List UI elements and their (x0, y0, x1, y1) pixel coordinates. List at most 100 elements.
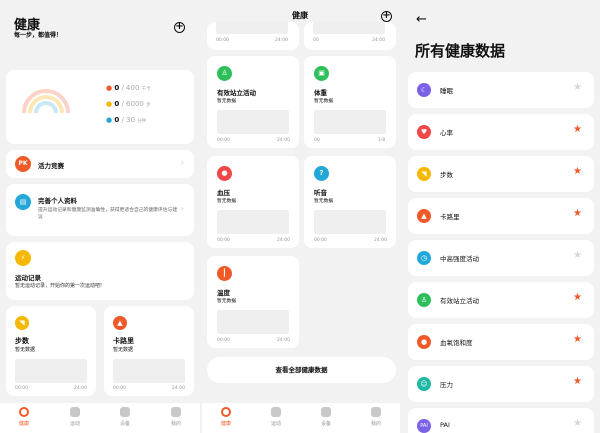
time-end: 24:00 (277, 338, 290, 343)
calorie-current: 0 (114, 84, 120, 92)
chart-placeholder (217, 110, 289, 134)
health-icon (19, 407, 29, 417)
time-end: 24:00 (277, 238, 290, 243)
temperature-card[interactable]: ┃ 温度 暂无数据 00:00 24:00 (207, 256, 299, 348)
complete-profile-card[interactable]: ▤ 完善个人资料 提升运动记录和健康监测准确性，获得更适合自己的健康评估与建议 … (6, 184, 194, 236)
nav-exercise[interactable]: 运动 (63, 407, 87, 427)
nav-profile[interactable]: 我的 (364, 407, 388, 427)
list-item-standing[interactable]: ♙ 有效站立活动 ★ (408, 282, 594, 318)
star-icon[interactable]: ★ (573, 124, 582, 135)
list-item-sleep[interactable]: ☾ 睡眠 ★ (408, 72, 594, 108)
item-label: 有效站立活动 (440, 297, 479, 305)
star-icon[interactable]: ★ (573, 292, 582, 303)
item-label: 血氧饱和度 (440, 339, 473, 347)
item-label: 步数 (440, 171, 453, 179)
time-end: 1/8 (378, 138, 386, 143)
nav-device[interactable]: 设备 (314, 407, 338, 427)
flame-icon: ● (106, 84, 113, 92)
star-icon[interactable]: ★ (573, 208, 582, 219)
nav-health[interactable]: 健康 (12, 407, 36, 427)
nav-exercise[interactable]: 运动 (264, 407, 288, 427)
chart-placeholder (313, 22, 385, 34)
activity-rings-card[interactable]: ● 0 / 400 千卡 ● 0 / 6000 步 ● 0 / 30 分钟 (6, 70, 194, 144)
item-label: PAI (440, 421, 450, 429)
time-start: 00:00 (217, 238, 230, 243)
partial-card[interactable]: 00 24:00 (304, 22, 396, 50)
thermometer-icon: ┃ (217, 266, 232, 281)
chart-placeholder (216, 22, 288, 34)
time-start: 00:00 (113, 386, 126, 391)
star-icon[interactable]: ★ (573, 418, 582, 429)
nav-label: 健康 (18, 421, 29, 427)
calorie-unit: 千卡 (141, 87, 151, 92)
exercise-icon: ⚡ (15, 250, 31, 266)
time-start: 00:00 (217, 338, 230, 343)
add-icon[interactable]: + (174, 22, 185, 33)
star-icon[interactable]: ★ (573, 376, 582, 387)
rainbow-rings-icon (22, 89, 70, 114)
flame-icon: ▲ (113, 316, 127, 330)
time-end: 24:00 (172, 386, 185, 391)
time-end: 24:00 (277, 138, 290, 143)
steps-icon: ◥ (417, 167, 431, 181)
card-status: 暂无数据 (314, 99, 334, 104)
chart-placeholder (15, 359, 87, 383)
steps-stat: ● 0 / 6000 步 (106, 100, 151, 108)
calorie-goal: / 400 (121, 84, 140, 92)
star-icon[interactable]: ★ (573, 166, 582, 177)
stress-face-icon: ☺ (417, 377, 431, 391)
item-label: 卡路里 (440, 213, 460, 221)
time-start: 00:00 (217, 138, 230, 143)
time-start: 00:00 (216, 38, 229, 43)
list-item-pai[interactable]: PAI PAI ★ (408, 408, 594, 433)
nav-label: 我的 (170, 421, 181, 427)
list-item-heart-rate[interactable]: ♥ 心率 ★ (408, 114, 594, 150)
list-item-steps[interactable]: ◥ 步数 ★ (408, 156, 594, 192)
activity-goal: / 30 (121, 116, 135, 124)
list-item-moderate-activity[interactable]: ◷ 中高强度活动 ★ (408, 240, 594, 276)
list-item-stress[interactable]: ☺ 压力 ★ (408, 366, 594, 402)
vitality-contest-row[interactable]: PK 活力竞赛 › (6, 150, 194, 178)
nav-label: 设备 (320, 421, 331, 427)
activity-current: 0 (114, 116, 120, 124)
weight-card[interactable]: ▣ 体重 暂无数据 00 1/8 (304, 56, 396, 148)
exercise-desc: 暂无运动记录，开始你的第一次运动吧! (15, 283, 103, 289)
chevron-right-icon: › (180, 158, 184, 167)
nav-health[interactable]: 健康 (214, 407, 238, 427)
hearing-card[interactable]: ? 听音 暂无数据 00:00 24:00 (304, 156, 396, 248)
steps-unit: 步 (146, 103, 151, 108)
calories-card[interactable]: ▲ 卡路里 暂无数据 00:00 24:00 (104, 306, 194, 396)
star-icon[interactable]: ★ (573, 334, 582, 345)
standing-card[interactable]: ♙ 有效站立活动 暂无数据 00:00 24:00 (207, 56, 299, 148)
partial-card[interactable]: 00:00 24:00 (207, 22, 299, 50)
item-label: 心率 (440, 129, 453, 137)
back-arrow-icon[interactable]: ← (416, 12, 427, 27)
card-title: 血压 (217, 189, 230, 197)
blood-pressure-card[interactable]: ● 血压 暂无数据 00:00 24:00 (207, 156, 299, 248)
page-title: 健康 (292, 11, 308, 20)
star-icon[interactable]: ★ (573, 82, 582, 93)
nav-label: 运动 (270, 421, 281, 427)
list-item-blood-oxygen[interactable]: ● 血氧饱和度 ★ (408, 324, 594, 360)
card-title: 听音 (314, 189, 327, 197)
view-all-health-data-button[interactable]: 查看全部健康数据 (207, 357, 396, 383)
time-end: 24:00 (374, 238, 387, 243)
chart-placeholder (314, 210, 386, 234)
activity-unit: 分钟 (137, 119, 147, 124)
nav-profile[interactable]: 我的 (164, 407, 188, 427)
nav-device[interactable]: 设备 (113, 407, 137, 427)
star-icon[interactable]: ★ (573, 250, 582, 261)
nav-label: 设备 (119, 421, 130, 427)
add-icon[interactable]: + (381, 11, 392, 22)
profile-desc: 提升运动记录和健康监测准确性，获得更适合自己的健康评估与建议 (38, 208, 178, 220)
shoe-icon (70, 407, 80, 417)
item-label: 中高强度活动 (440, 255, 479, 263)
chart-placeholder (314, 110, 386, 134)
ear-icon: ? (314, 166, 329, 181)
vitality-label: 活力竞赛 (38, 162, 64, 170)
profile-title: 完善个人资料 (38, 197, 77, 205)
list-item-calories[interactable]: ▲ 卡路里 ★ (408, 198, 594, 234)
steps-card[interactable]: ◥ 步数 暂无数据 00:00 24:00 (6, 306, 96, 396)
bottom-nav: 健康 运动 设备 我的 (202, 403, 400, 433)
exercise-record-card[interactable]: ⚡ 运动记录 暂无运动记录，开始你的第一次运动吧! (6, 242, 194, 300)
